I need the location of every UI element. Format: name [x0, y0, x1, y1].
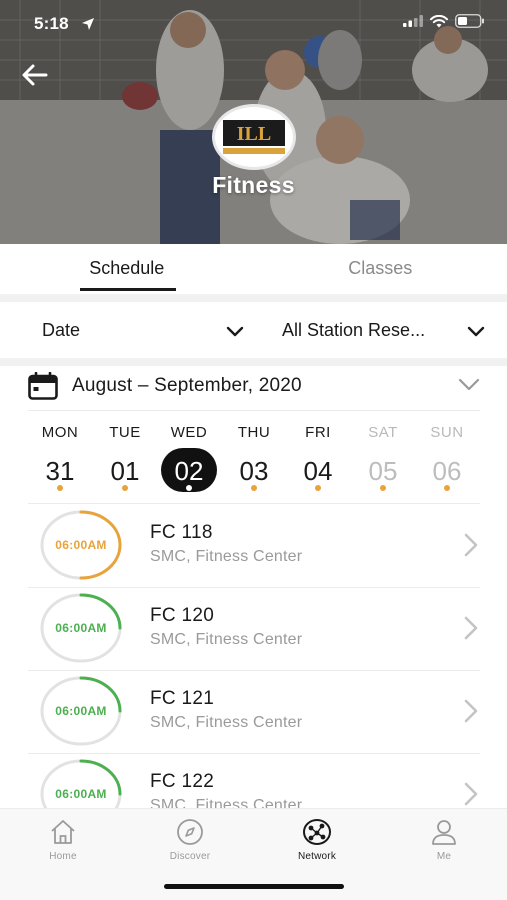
reservation-title: FC 121 [150, 688, 215, 709]
hero-banner: 5:18 ILL Fitness [0, 0, 507, 244]
weekday-label: SAT [368, 424, 398, 441]
compass-icon [177, 819, 203, 845]
event-dot [57, 485, 63, 491]
event-dot [444, 485, 450, 491]
reservation-location: SMC, Fitness Center [150, 548, 303, 565]
event-dot [122, 485, 128, 491]
nav-discover[interactable]: Discover [145, 817, 235, 862]
reservation-location: SMC, Fitness Center [150, 714, 303, 731]
calendar-header: August – September, 2020 [0, 366, 507, 408]
chevron-down-icon[interactable] [467, 326, 485, 338]
reservation-location: SMC, Fitness Center [150, 797, 303, 808]
chevron-right-icon [464, 699, 478, 723]
svg-text:ILL: ILL [237, 123, 271, 145]
calendar-icon [28, 372, 58, 400]
chevron-right-icon [464, 533, 478, 557]
station-filter-dropdown[interactable]: All Station Rese... [282, 320, 425, 341]
organization-logo: ILL [212, 104, 296, 170]
event-dot [251, 485, 257, 491]
network-icon [303, 819, 331, 845]
section-divider [0, 358, 507, 366]
reservation-list: 06:00AM FC 118 SMC, Fitness Center 06:00… [0, 504, 507, 808]
logo-emblem: ILL [223, 120, 285, 154]
person-icon [432, 820, 456, 845]
reservation-item[interactable]: 06:00AM FC 122 SMC, Fitness Center [0, 753, 507, 808]
weekday-row: MON TUE WED THU FRI SAT SUN [0, 424, 507, 444]
day-row: 31 01 02 03 04 05 06 [0, 452, 507, 498]
tab-bar: Schedule Classes [0, 244, 507, 294]
divider [28, 410, 480, 411]
status-time: 5:18 [34, 14, 69, 33]
location-arrow-icon [82, 18, 94, 30]
nav-label: Discover [169, 851, 211, 862]
tab-classes[interactable]: Classes [254, 244, 507, 294]
weekday-label: THU [237, 424, 271, 441]
nav-label: Me [436, 851, 452, 862]
event-dot [380, 485, 386, 491]
nav-label: Network [297, 851, 337, 862]
tab-schedule[interactable]: Schedule [0, 244, 254, 294]
section-divider [0, 294, 507, 302]
nav-home[interactable]: Home [18, 817, 108, 862]
filter-bar: Date All Station Rese... [0, 302, 507, 358]
reservation-time: 06:00AM [55, 621, 107, 635]
chevron-right-icon [464, 782, 478, 806]
reservation-time: 06:00AM [55, 538, 107, 552]
weekday-label: FRI [305, 424, 331, 441]
active-tab-indicator [80, 288, 176, 291]
reservation-time: 06:00AM [55, 704, 107, 718]
reservation-title: FC 122 [150, 771, 215, 792]
nav-me[interactable]: Me [399, 817, 489, 862]
home-icon [51, 820, 75, 844]
chevron-down-icon[interactable] [226, 326, 244, 338]
nav-label: Home [49, 851, 77, 862]
event-dot [186, 485, 192, 491]
status-bar: 5:18 [0, 0, 507, 50]
back-arrow-icon[interactable] [18, 58, 52, 92]
reservation-time: 06:00AM [55, 787, 107, 801]
chevron-down-icon[interactable] [458, 378, 480, 392]
battery-icon [455, 14, 484, 28]
reservation-item[interactable]: 06:00AM FC 118 SMC, Fitness Center [0, 504, 507, 587]
nav-network[interactable]: Network [272, 817, 362, 862]
reservation-item[interactable]: 06:00AM FC 121 SMC, Fitness Center [0, 670, 507, 753]
home-indicator [164, 884, 344, 889]
reservation-location: SMC, Fitness Center [150, 631, 303, 648]
page-title: Fitness [212, 172, 295, 198]
reservation-title: FC 120 [150, 605, 215, 626]
weekday-label: TUE [109, 424, 141, 441]
calendar-month-range: August – September, 2020 [72, 375, 302, 396]
wifi-icon [430, 14, 448, 27]
weekday-label: MON [41, 424, 79, 441]
reservation-item[interactable]: 06:00AM FC 120 SMC, Fitness Center [0, 587, 507, 670]
date-filter-dropdown[interactable]: Date [42, 320, 80, 341]
cellular-signal-icon [403, 15, 423, 27]
chevron-right-icon [464, 616, 478, 640]
reservation-title: FC 118 [150, 522, 213, 543]
weekday-label: WED [170, 424, 208, 441]
weekday-label: SUN [430, 424, 464, 441]
event-dot [315, 485, 321, 491]
